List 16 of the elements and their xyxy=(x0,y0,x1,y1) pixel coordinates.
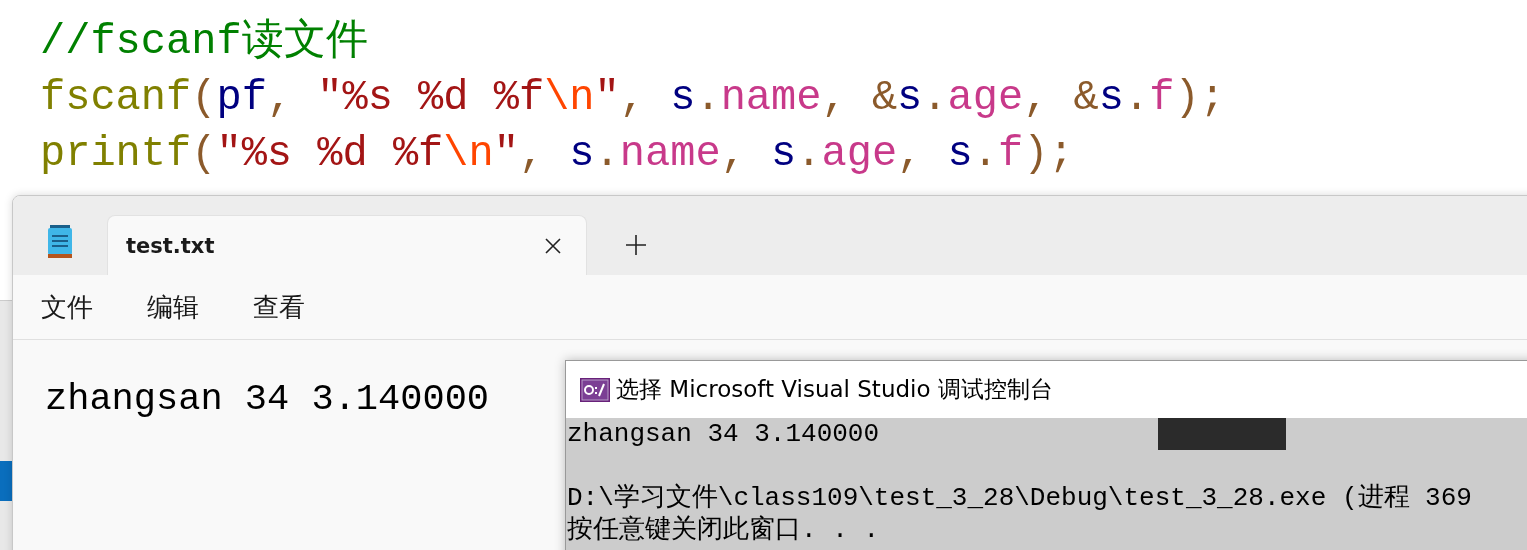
code-line: fscanf(pf, "%s %d %f\n", s.name, &s.age, &s.f); xyxy=(40,73,1225,124)
close-icon[interactable] xyxy=(544,236,562,255)
console-icon xyxy=(580,377,610,402)
notepad-icon xyxy=(47,225,73,259)
window-title: 选择 Microsoft Visual Studio 调试控制台 xyxy=(616,375,1053,404)
console-output-line: D:\学习文件\class109\test_3_28\Debug\test_3_28.exe (进程 369 xyxy=(567,482,1472,514)
console-output-line: 按任意键关闭此窗口. . . xyxy=(567,514,879,546)
document-text: zhangsan 34 3.140000 xyxy=(45,378,490,420)
menu-item[interactable]: 文件 xyxy=(41,289,93,325)
menu-item[interactable]: 查看 xyxy=(253,289,305,325)
code-line: //fscanf读文件 xyxy=(40,17,368,68)
code-line: printf("%s %d %f\n", s.name, s.age, s.f); xyxy=(40,129,1074,180)
console-output-line: zhangsan 34 3.140000 xyxy=(567,418,880,450)
menu-item[interactable]: 编辑 xyxy=(147,289,199,325)
file-tab[interactable]: test.txt xyxy=(107,215,587,275)
new-tab-icon[interactable] xyxy=(625,234,647,256)
